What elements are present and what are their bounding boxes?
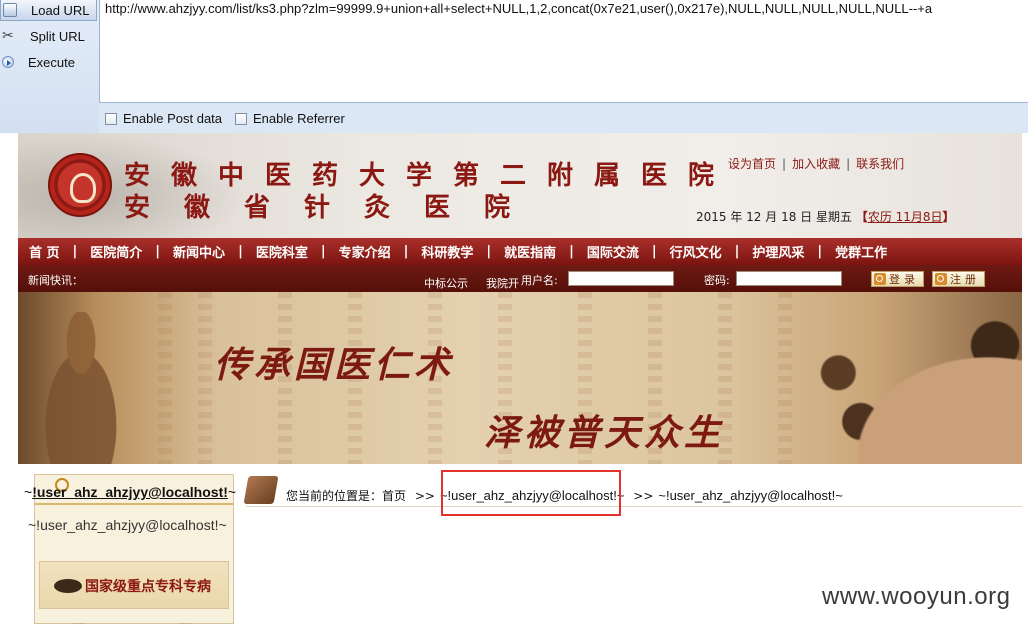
sidebar-title-user: !user_ahz_ahzjyy@localhost! (32, 484, 228, 500)
scissors-icon: ✂ (2, 28, 14, 44)
nav-item-party[interactable]: 党群工作 (835, 242, 887, 261)
execute-label: Execute (28, 54, 75, 70)
news-ticker-item[interactable]: 中标公示 (424, 275, 468, 291)
hospital-name-line2: 安徽省针灸医院 (124, 193, 545, 223)
search-icon (935, 273, 947, 285)
pestle-icon (54, 579, 82, 593)
lunar-bracket-open: 【 (855, 210, 868, 224)
hackbar-toolbar: Load URL ✂ Split URL Execute http://www.… (0, 0, 1028, 133)
book-icon (243, 476, 279, 504)
checkbox-box[interactable] (235, 112, 247, 125)
highlight-box (441, 470, 621, 516)
site-header: 安徽中医药大学第二附属医院 安徽省针灸医院 设为首页 | 加入收藏 | 联系我们 201… (18, 133, 1022, 238)
breadcrumb-arrow: >> (414, 489, 435, 503)
set-homepage-link[interactable]: 设为首页 (728, 157, 776, 171)
link-separator: | (782, 157, 787, 171)
load-url-icon (3, 3, 17, 17)
date-display: 2015 年 12 月 18 日 星期五 【农历 11月8日】 (696, 208, 955, 225)
lunar-date-link[interactable]: 农历 11月8日 (868, 210, 943, 224)
nav-item-experts[interactable]: 专家介绍 (339, 242, 391, 261)
username-input[interactable] (568, 271, 674, 286)
nav-item-departments[interactable]: 医院科室 (256, 242, 308, 261)
split-url-label: Split URL (30, 28, 85, 44)
execute-button[interactable]: Execute (0, 50, 97, 74)
nav-item-guide[interactable]: 就医指南 (504, 242, 556, 261)
link-separator: | (846, 157, 851, 171)
nav-separator: | (486, 244, 492, 259)
username-label: 用户名: (521, 274, 558, 287)
banner-decor (778, 292, 792, 464)
banner-decor (158, 292, 172, 464)
nav-item-culture[interactable]: 行风文化 (670, 242, 722, 261)
url-textarea[interactable]: http://www.ahzjyy.com/list/ks3.php?zlm=9… (99, 0, 1028, 103)
nav-separator: | (403, 244, 409, 259)
nav-separator: | (817, 244, 823, 259)
watermark: www.wooyun.org (822, 583, 1011, 610)
split-url-button[interactable]: ✂ Split URL (0, 24, 97, 48)
enable-post-label: Enable Post data (123, 111, 223, 126)
login-button[interactable]: 登录 (871, 271, 924, 287)
enable-post-checkbox[interactable]: Enable Post data (105, 111, 222, 126)
nav-separator: | (734, 244, 740, 259)
news-ticker-item[interactable]: 我院开 (486, 275, 519, 291)
nav-item-nursing[interactable]: 护理风采 (752, 242, 804, 261)
banner-moxibustion-image (798, 312, 1022, 464)
add-favorite-link[interactable]: 加入收藏 (792, 157, 840, 171)
nav-separator: | (651, 244, 657, 259)
nav-separator: | (320, 244, 326, 259)
checkbox-box[interactable] (105, 112, 117, 125)
enable-referrer-checkbox[interactable]: Enable Referrer (235, 111, 345, 126)
hero-banner: 传承国医仁术 泽被普天众生 (18, 292, 1022, 464)
contact-us-link[interactable]: 联系我们 (856, 157, 904, 171)
main-nav: 首 页 | 医院简介 | 新闻中心 | 医院科室 | 专家介绍 | 科研教学 | 就医指南 |… (18, 238, 1022, 265)
load-url-label: Load URL (31, 2, 90, 18)
banner-slogan-2: 泽被普天众生 (484, 412, 725, 454)
register-button-label: 注册 (950, 273, 980, 286)
nav-separator: | (569, 244, 574, 259)
register-button[interactable]: 注册 (932, 271, 985, 287)
hackbar-action-panel: Load URL ✂ Split URL Execute (0, 0, 99, 133)
banner-decor (198, 292, 212, 464)
breadcrumb-arrow: >> (633, 489, 654, 503)
login-button-label: 登录 (889, 273, 919, 286)
password-label: 密码: (704, 274, 730, 287)
breadcrumb-divider (246, 506, 1022, 507)
load-url-button[interactable]: Load URL (0, 0, 97, 21)
banner-slogan-1: 传承国医仁术 (214, 344, 455, 386)
nav-separator: | (72, 244, 78, 259)
sidebar-title-suffix: ~ (227, 484, 237, 500)
breadcrumb-prefix: 您当前的位置是：首页 (286, 489, 407, 503)
sidebar-title-prefix: ~ (24, 484, 33, 500)
hospital-logo-icon[interactable] (48, 153, 112, 217)
nav-item-about[interactable]: 医院简介 (90, 242, 142, 261)
breadcrumb-item[interactable]: ~!user_ahz_ahzjyy@localhost!~ (658, 488, 842, 503)
news-login-bar: 新闻快讯： 中标公示 我院开 用户名: 密码: 登录 注册 (18, 265, 1022, 292)
nav-separator: | (155, 244, 161, 259)
nav-item-home[interactable]: 首 页 (29, 242, 60, 261)
banner-statue-image (26, 312, 136, 464)
search-icon (874, 273, 886, 285)
play-icon (2, 56, 14, 68)
nav-item-research[interactable]: 科研教学 (421, 242, 473, 261)
lunar-bracket-close: 】 (942, 210, 955, 224)
nav-item-news[interactable]: 新闻中心 (173, 242, 225, 261)
enable-referrer-label: Enable Referrer (253, 111, 345, 126)
news-label: 新闻快讯： (28, 274, 83, 287)
nav-separator: | (238, 244, 243, 259)
date-text: 2015 年 12 月 18 日 星期五 (696, 210, 852, 224)
specialty-panel[interactable]: 国家级重点专科专病 (39, 561, 229, 609)
nav-item-international[interactable]: 国际交流 (587, 242, 639, 261)
top-links: 设为首页 | 加入收藏 | 联系我们 (728, 155, 904, 172)
sidebar-header-rule (35, 503, 233, 505)
password-input[interactable] (736, 271, 842, 286)
sidebar-title: ~!user_ahz_ahzjyy@localhost!~ (24, 484, 236, 500)
specialty-label: 国家级重点专科专病 (85, 579, 211, 595)
hospital-website: 安徽中医药大学第二附属医院 安徽省针灸医院 设为首页 | 加入收藏 | 联系我们 201… (18, 133, 1022, 624)
sidebar-subtitle: ~!user_ahz_ahzjyy@localhost!~ (28, 517, 227, 533)
